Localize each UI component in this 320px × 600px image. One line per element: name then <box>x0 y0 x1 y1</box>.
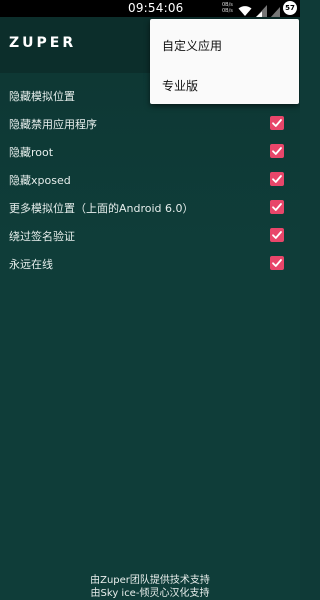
footer-credits: 由Zuper团队提供技术支持 由Sky ice-倾灵心汉化支持 <box>0 574 300 600</box>
option-row-hide-disabled-apps[interactable]: 隐藏禁用应用程序 <box>0 110 300 138</box>
screen: 09:54:06 0B/s 0B/s 57 ZUPER 隐藏模拟位置 隐藏禁用应… <box>0 0 300 600</box>
option-label: 绕过签名验证 <box>9 230 75 243</box>
option-row-always-online[interactable]: 永远在线 <box>0 250 300 278</box>
checkbox[interactable] <box>270 200 284 214</box>
checkbox[interactable] <box>270 256 284 270</box>
app-title: ZUPER <box>9 35 77 51</box>
option-label: 隐藏模拟位置 <box>9 90 75 103</box>
option-row-hide-root[interactable]: 隐藏root <box>0 138 300 166</box>
menu-item-pro-version[interactable]: 专业版 <box>162 77 198 94</box>
option-label: 更多模拟位置（上面的Android 6.0） <box>9 202 194 215</box>
check-icon <box>272 119 282 127</box>
option-row-hide-xposed[interactable]: 隐藏xposed <box>0 166 300 194</box>
checkbox[interactable] <box>270 116 284 130</box>
overflow-menu: 自定义应用 专业版 <box>150 19 299 104</box>
checkbox[interactable] <box>270 228 284 242</box>
footer-line-2: 由Sky ice-倾灵心汉化支持 <box>90 588 210 599</box>
option-row-bypass-signature[interactable]: 绕过签名验证 <box>0 222 300 250</box>
check-icon <box>272 231 282 239</box>
footer-line-1: 由Zuper团队提供技术支持 <box>90 575 210 586</box>
check-icon <box>272 175 282 183</box>
battery-icon: 57 <box>283 1 297 15</box>
network-speed: 0B/s 0B/s <box>222 2 233 14</box>
options-list: 隐藏模拟位置 隐藏禁用应用程序 隐藏root 隐藏xposed 更多模拟位置（上… <box>0 82 300 278</box>
checkbox[interactable] <box>270 144 284 158</box>
option-label: 隐藏xposed <box>9 174 71 187</box>
check-icon <box>272 203 282 211</box>
status-bar: 09:54:06 0B/s 0B/s 57 <box>0 0 300 18</box>
option-row-more-mock-location[interactable]: 更多模拟位置（上面的Android 6.0） <box>0 194 300 222</box>
option-label: 隐藏禁用应用程序 <box>9 118 97 131</box>
option-label: 隐藏root <box>9 146 54 159</box>
option-label: 永远在线 <box>9 258 53 271</box>
menu-item-custom-apps[interactable]: 自定义应用 <box>162 37 222 54</box>
checkbox[interactable] <box>270 172 284 186</box>
network-speed-down: 0B/s <box>222 8 233 14</box>
check-icon <box>272 259 282 267</box>
status-time: 09:54:06 <box>128 1 184 15</box>
check-icon <box>272 147 282 155</box>
